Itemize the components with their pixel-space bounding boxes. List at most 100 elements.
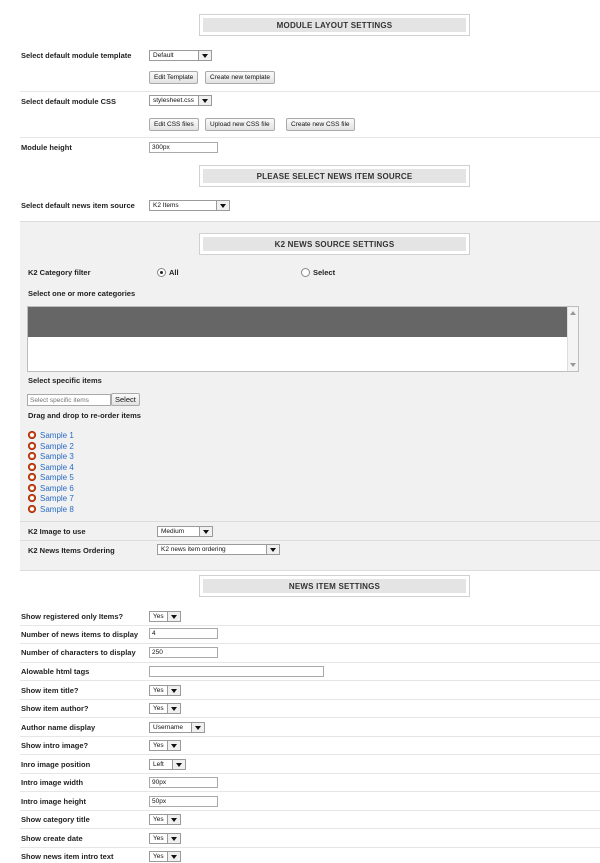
html-tags-label: Alowable html tags — [21, 667, 90, 676]
author-display-select[interactable]: Username — [149, 722, 205, 733]
separator — [20, 828, 600, 829]
k2-ordering-label: K2 News Items Ordering — [28, 546, 115, 555]
registered-only-label: Show registered only Items? — [21, 612, 124, 621]
show-author-label: Show item author? — [21, 704, 89, 713]
specific-items-input[interactable] — [27, 394, 111, 406]
separator — [20, 810, 600, 811]
create-date-select[interactable]: Yes — [149, 833, 181, 844]
list-item-label[interactable]: Sample 1 — [40, 431, 74, 440]
category-title-select[interactable]: Yes — [149, 814, 181, 825]
list-item-label[interactable]: Sample 3 — [40, 452, 74, 461]
image-position-select[interactable]: Left — [149, 759, 186, 770]
author-display-value: Username — [153, 724, 183, 731]
news-settings-header-text: NEWS ITEM SETTINGS — [288, 581, 381, 591]
categories-listbox[interactable] — [27, 306, 579, 372]
remove-icon[interactable] — [28, 473, 36, 481]
separator — [20, 625, 600, 626]
list-item-label[interactable]: Sample 2 — [40, 442, 74, 451]
author-display-label: Author name display — [21, 723, 96, 732]
separator — [20, 137, 600, 138]
separator — [20, 643, 600, 644]
list-item[interactable]: Sample 7 — [28, 493, 74, 503]
chevron-down-icon — [167, 686, 180, 695]
k2-ordering-select[interactable]: K2 news item ordering — [157, 544, 280, 555]
show-author-select[interactable]: Yes — [149, 703, 181, 714]
list-item[interactable]: Sample 5 — [28, 472, 74, 482]
separator — [20, 540, 600, 541]
chevron-down-icon — [216, 201, 229, 210]
height-label: Module height — [21, 143, 72, 152]
module-height-input[interactable]: 300px — [149, 142, 218, 153]
list-item[interactable]: Sample 6 — [28, 483, 74, 493]
list-item-label[interactable]: Sample 4 — [40, 463, 74, 472]
list-item-label[interactable]: Sample 6 — [40, 484, 74, 493]
remove-icon[interactable] — [28, 463, 36, 471]
upload-css-button[interactable]: Upload new CSS file — [205, 118, 275, 131]
list-item[interactable]: Sample 1 — [28, 430, 74, 440]
k2-header-text: K2 NEWS SOURCE SETTINGS — [274, 239, 395, 249]
filter-select-radio[interactable] — [301, 268, 310, 277]
scroll-up-icon[interactable] — [570, 311, 576, 315]
categories-label: Select one or more categories — [28, 289, 136, 298]
news-settings-header: NEWS ITEM SETTINGS — [199, 575, 470, 597]
chevron-down-icon — [199, 527, 212, 536]
edit-template-button[interactable]: Edit Template — [149, 71, 199, 84]
separator — [20, 717, 600, 718]
chevron-down-icon — [167, 704, 180, 713]
css-select[interactable]: stylesheet.css — [149, 95, 212, 106]
char-count-input[interactable]: 250 — [149, 647, 218, 658]
k2-filter-label: K2 Category filter — [28, 268, 91, 277]
remove-icon[interactable] — [28, 494, 36, 502]
chevron-down-icon — [167, 815, 180, 824]
separator — [20, 521, 600, 522]
create-template-button[interactable]: Create new template — [205, 71, 275, 84]
list-item-label[interactable]: Sample 8 — [40, 505, 74, 514]
image-height-input[interactable]: 50px — [149, 796, 218, 807]
remove-icon[interactable] — [28, 431, 36, 439]
chevron-down-icon — [167, 834, 180, 843]
registered-only-select[interactable]: Yes — [149, 611, 181, 622]
scroll-down-icon[interactable] — [570, 363, 576, 367]
separator — [20, 754, 600, 755]
list-item-label[interactable]: Sample 5 — [40, 473, 74, 482]
show-intro-image-label: Show intro image? — [21, 741, 89, 750]
module-layout-header: MODULE LAYOUT SETTINGS — [199, 14, 470, 36]
filter-all-radio[interactable] — [157, 268, 166, 277]
show-title-select[interactable]: Yes — [149, 685, 181, 696]
filter-all-label: All — [169, 268, 179, 277]
list-item[interactable]: Sample 3 — [28, 451, 74, 461]
category-title-label: Show category title — [21, 815, 90, 824]
k2-image-select[interactable]: Medium — [157, 526, 213, 537]
reorder-label: Drag and drop to re-order items — [28, 411, 141, 420]
filter-select-label: Select — [313, 268, 336, 277]
template-select-value: Default — [153, 52, 174, 59]
select-items-button[interactable]: Select — [111, 393, 140, 406]
selected-category-row[interactable] — [28, 307, 567, 337]
items-count-input[interactable]: 4 — [149, 628, 218, 639]
registered-only-value: Yes — [153, 613, 164, 620]
edit-css-button[interactable]: Edit CSS files — [149, 118, 199, 131]
list-item[interactable]: Sample 4 — [28, 462, 74, 472]
remove-icon[interactable] — [28, 452, 36, 460]
create-css-button[interactable]: Create new CSS file — [286, 118, 355, 131]
image-width-input[interactable]: 90px — [149, 777, 218, 788]
image-position-label: Inro image position — [21, 760, 91, 769]
source-select[interactable]: K2 Items — [149, 200, 230, 211]
specific-items-label: Select specific items — [28, 376, 102, 385]
remove-icon[interactable] — [28, 505, 36, 513]
source-select-value: K2 Items — [153, 202, 179, 209]
list-item[interactable]: Sample 8 — [28, 504, 74, 514]
template-select[interactable]: Default — [149, 50, 212, 61]
separator — [20, 736, 600, 737]
listbox-scrollbar[interactable] — [567, 307, 578, 371]
remove-icon[interactable] — [28, 484, 36, 492]
chevron-down-icon — [266, 545, 279, 554]
intro-text-select[interactable]: Yes — [149, 851, 181, 862]
show-intro-image-select[interactable]: Yes — [149, 740, 181, 751]
html-tags-input[interactable] — [149, 666, 324, 677]
remove-icon[interactable] — [28, 442, 36, 450]
list-item[interactable]: Sample 2 — [28, 441, 74, 451]
separator — [20, 699, 600, 700]
image-width-label: Intro image width — [21, 778, 84, 787]
list-item-label[interactable]: Sample 7 — [40, 494, 74, 503]
